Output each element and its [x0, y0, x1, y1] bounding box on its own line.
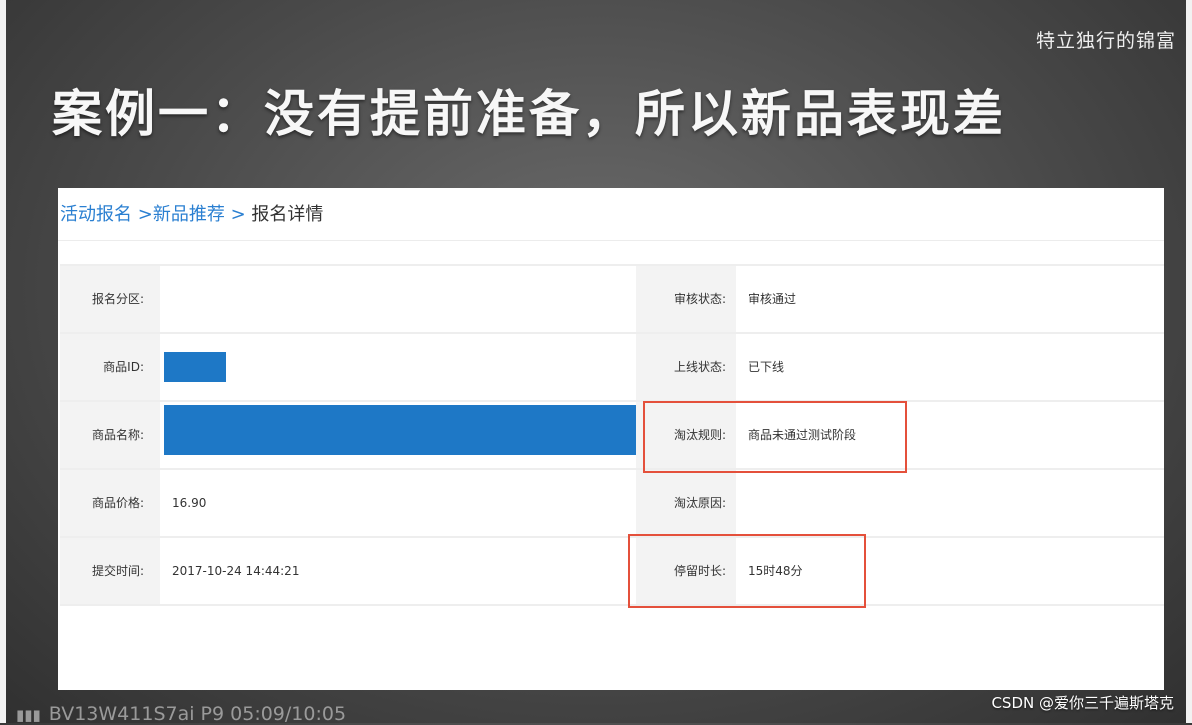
frame-edge-left: [0, 0, 6, 723]
table-row: 提交时间: 2017-10-24 14:44:21 停留时长: 15时48分: [60, 538, 1164, 606]
field-value-signup-zone: [160, 266, 636, 332]
signal-bars-icon: ▮▮▮: [16, 706, 41, 724]
breadcrumb-separator: >: [230, 204, 246, 225]
table-row: 报名分区: 审核状态: 审核通过: [60, 264, 1164, 334]
breadcrumb-activity-signup[interactable]: 活动报名: [60, 204, 132, 225]
redaction-block: [164, 352, 226, 382]
breadcrumb-current-page: 报名详情: [251, 204, 324, 225]
field-value-product-price: 16.90: [172, 496, 207, 510]
field-value-online-status: 已下线: [748, 360, 785, 374]
field-value-submit-time: 2017-10-24 14:44:21: [172, 564, 300, 578]
field-label-product-price: 商品价格:: [60, 470, 160, 536]
divider: [58, 240, 1164, 241]
breadcrumb-separator: >: [137, 204, 153, 225]
field-label-elimination-reason: 淘汰原因:: [636, 470, 736, 536]
highlight-box-elimination-rule: [643, 401, 907, 473]
breadcrumb: 活动报名 >新品推荐 > 报名详情: [60, 200, 323, 226]
field-value-product-id: [160, 334, 636, 400]
video-id-overlay: ▮▮▮ BV13W411S7ai P9 05:09/10:05: [16, 703, 346, 725]
video-id-text: BV13W411S7ai P9 05:09/10:05: [48, 703, 347, 725]
field-label-product-name: 商品名称:: [60, 402, 160, 468]
table-row: 商品价格: 16.90 淘汰原因:: [60, 470, 1164, 538]
frame-edge-right: [1186, 0, 1192, 723]
redaction-block: [164, 405, 636, 455]
field-label-online-status: 上线状态:: [636, 334, 736, 400]
details-table: 报名分区: 审核状态: 审核通过 商品ID: 上线状态: 已下线 商品名称: 淘…: [60, 264, 1164, 606]
field-label-review-status: 审核状态:: [636, 266, 736, 332]
field-value-elimination-reason: [736, 470, 1164, 536]
breadcrumb-new-product[interactable]: 新品推荐: [153, 204, 225, 225]
field-label-submit-time: 提交时间:: [60, 538, 160, 604]
slide-headline: 案例一：没有提前准备，所以新品表现差: [52, 85, 1006, 143]
highlight-box-stay-duration: [628, 534, 866, 608]
table-row: 商品ID: 上线状态: 已下线: [60, 334, 1164, 402]
field-label-signup-zone: 报名分区:: [60, 266, 160, 332]
csdn-watermark: CSDN @爱你三千遍斯塔克: [991, 694, 1174, 712]
field-value-review-status: 审核通过: [748, 292, 797, 306]
channel-name: 特立独行的锦富: [1035, 30, 1176, 52]
field-label-product-id: 商品ID:: [60, 334, 160, 400]
registration-detail-panel: 活动报名 >新品推荐 > 报名详情 报名分区: 审核状态: 审核通过 商品ID:…: [58, 188, 1164, 690]
table-row: 商品名称: 淘汰规则: 商品未通过测试阶段: [60, 402, 1164, 470]
